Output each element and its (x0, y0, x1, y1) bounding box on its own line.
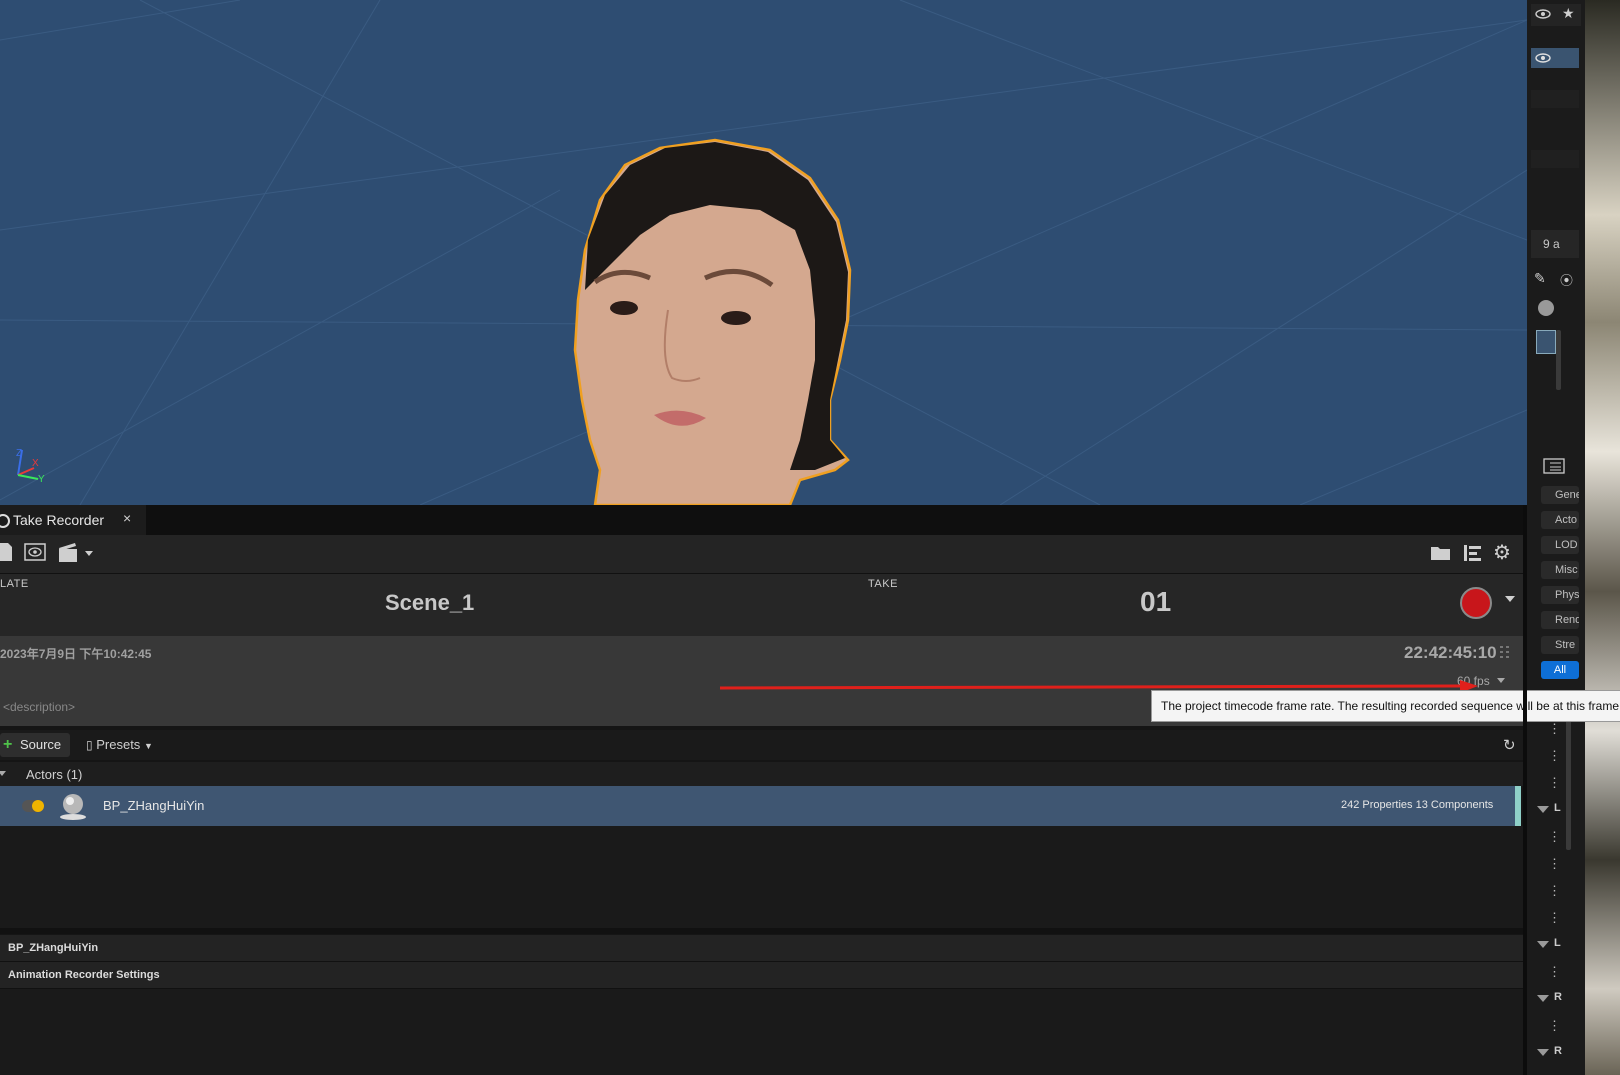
slate-label: LATE (0, 578, 29, 590)
outliner-row[interactable] (1531, 150, 1579, 168)
scrollbar[interactable] (1556, 330, 1561, 390)
tab-bar (0, 505, 1527, 535)
presets-dropdown[interactable]: ▯ Presets ▼ (86, 737, 153, 752)
actor-sphere-icon (60, 794, 86, 820)
collapse-arrow-icon[interactable] (1537, 941, 1549, 948)
clapperboard-dropdown-icon[interactable] (85, 551, 93, 556)
collapse-arrow-icon[interactable] (1537, 806, 1549, 813)
take-label: TAKE (868, 578, 898, 590)
actors-group-label: Actors (1) (26, 767, 83, 782)
eye-icon[interactable] (1534, 52, 1552, 64)
take-date: 2023年7月9日 下午10:42:45 (0, 647, 152, 661)
category-rendering-button[interactable]: Rend (1541, 611, 1579, 629)
plus-icon: + (3, 736, 13, 753)
viewport-scene: Z X Y (0, 0, 1527, 505)
details-section-actor[interactable]: BP_ZHangHuiYin (0, 935, 1523, 962)
kebab-menu-icon[interactable]: ⋮ (1548, 776, 1561, 790)
details-icon[interactable] (1543, 458, 1565, 474)
actor-name: BP_ZHangHuiYin (103, 798, 205, 813)
slate-take-area (0, 573, 1523, 637)
fps-chevron-down-icon[interactable] (1497, 678, 1505, 683)
expand-arrow-icon[interactable] (0, 771, 6, 776)
sources-list-empty-area (0, 826, 1523, 928)
add-source-label: Source (19, 737, 62, 752)
component-thumbnail[interactable] (1536, 330, 1556, 354)
slate-value[interactable]: Scene_1 (385, 590, 474, 616)
bookmark-icon: ▯ (86, 738, 93, 752)
sources-toolbar (0, 730, 1523, 760)
details-scrollbar[interactable] (1566, 720, 1571, 850)
kebab-menu-icon[interactable]: ⋮ (1548, 722, 1561, 736)
background-window-edge (1585, 0, 1620, 1075)
new-document-icon[interactable] (0, 542, 14, 562)
kebab-menu-icon[interactable]: ⋮ (1548, 857, 1561, 871)
category-actor-button[interactable]: Acto (1541, 511, 1579, 529)
caret-down-icon: ▼ (143, 741, 153, 751)
kebab-menu-icon[interactable]: ⋮ (1548, 911, 1561, 925)
open-folder-icon[interactable] (1430, 544, 1452, 562)
category-misc-button[interactable]: Misc (1541, 561, 1579, 579)
review-icon[interactable] (24, 542, 46, 562)
kebab-menu-icon[interactable]: ⋮ (1548, 830, 1561, 844)
eye-icon[interactable] (1534, 8, 1552, 20)
collapse-arrow-icon[interactable] (1537, 995, 1549, 1002)
presets-label: Presets (96, 737, 141, 752)
splitter[interactable] (0, 928, 1523, 934)
kebab-menu-icon[interactable]: ⋮ (1548, 1019, 1561, 1033)
details-empty-area (0, 989, 1523, 1075)
star-icon[interactable]: ★ (1562, 5, 1575, 22)
reset-icon[interactable]: ↻ (1503, 736, 1516, 754)
timecode-display: 22:42:45:10 (1404, 643, 1497, 662)
item-count: 9 a (1531, 230, 1579, 258)
tab-title: Take Recorder (13, 512, 105, 528)
category-physics-button[interactable]: Phys (1541, 586, 1579, 604)
category-all-button[interactable]: All (1541, 661, 1579, 679)
details-section-animation-settings[interactable]: Animation Recorder Settings (0, 962, 1523, 989)
record-options-dropdown-icon[interactable] (1505, 596, 1515, 602)
settings-gear-icon[interactable]: ⚙ (1493, 540, 1511, 565)
add-source-button[interactable]: + Source (0, 733, 70, 757)
pencil-icon[interactable]: ✎ (1534, 270, 1546, 287)
section-label: R (1554, 1045, 1562, 1057)
clapperboard-icon[interactable] (57, 541, 81, 563)
axis-y-label: Y (38, 474, 45, 485)
actor-source-row[interactable] (0, 786, 1515, 826)
character-head[interactable] (573, 138, 852, 505)
fps-tooltip: The project timecode frame rate. The res… (1151, 690, 1620, 722)
category-general-button[interactable]: Gene (1541, 486, 1579, 504)
section-label: L (1554, 802, 1561, 814)
broadcast-icon[interactable]: ⦿ (1560, 270, 1573, 289)
record-button[interactable] (1460, 587, 1492, 619)
actor-thumbnail-icon (1538, 300, 1554, 316)
actor-property-count: 242 Properties 13 Components (1341, 799, 1494, 811)
description-field[interactable]: <description> (3, 700, 75, 714)
outliner-row[interactable] (1531, 90, 1579, 108)
sequence-tracks-icon[interactable] (1462, 543, 1484, 563)
row-status-bar (1515, 786, 1521, 826)
timecode-options-icon[interactable] (1499, 645, 1511, 661)
toggle-knob (32, 800, 44, 812)
take-number[interactable]: 01 (1140, 586, 1171, 618)
panel-divider (1523, 505, 1527, 1075)
section-label: R (1554, 991, 1562, 1003)
take-recorder-toolbar (0, 535, 1523, 573)
tab-close-button[interactable]: × (123, 510, 131, 526)
collapse-arrow-icon[interactable] (1537, 1049, 1549, 1056)
axis-z-label: Z (16, 448, 22, 459)
level-viewport[interactable]: Z X Y (0, 0, 1527, 505)
actors-group-header[interactable] (0, 762, 1523, 786)
kebab-menu-icon[interactable]: ⋮ (1548, 749, 1561, 763)
axis-x-label: X (32, 458, 39, 469)
kebab-menu-icon[interactable]: ⋮ (1548, 965, 1561, 979)
kebab-menu-icon[interactable]: ⋮ (1548, 884, 1561, 898)
axis-gizmo: Z X Y (16, 448, 45, 485)
section-label: L (1554, 937, 1561, 949)
category-streaming-button[interactable]: Stre (1541, 636, 1579, 654)
source-enabled-toggle[interactable] (22, 800, 44, 812)
category-lod-button[interactable]: LOD (1541, 536, 1579, 554)
